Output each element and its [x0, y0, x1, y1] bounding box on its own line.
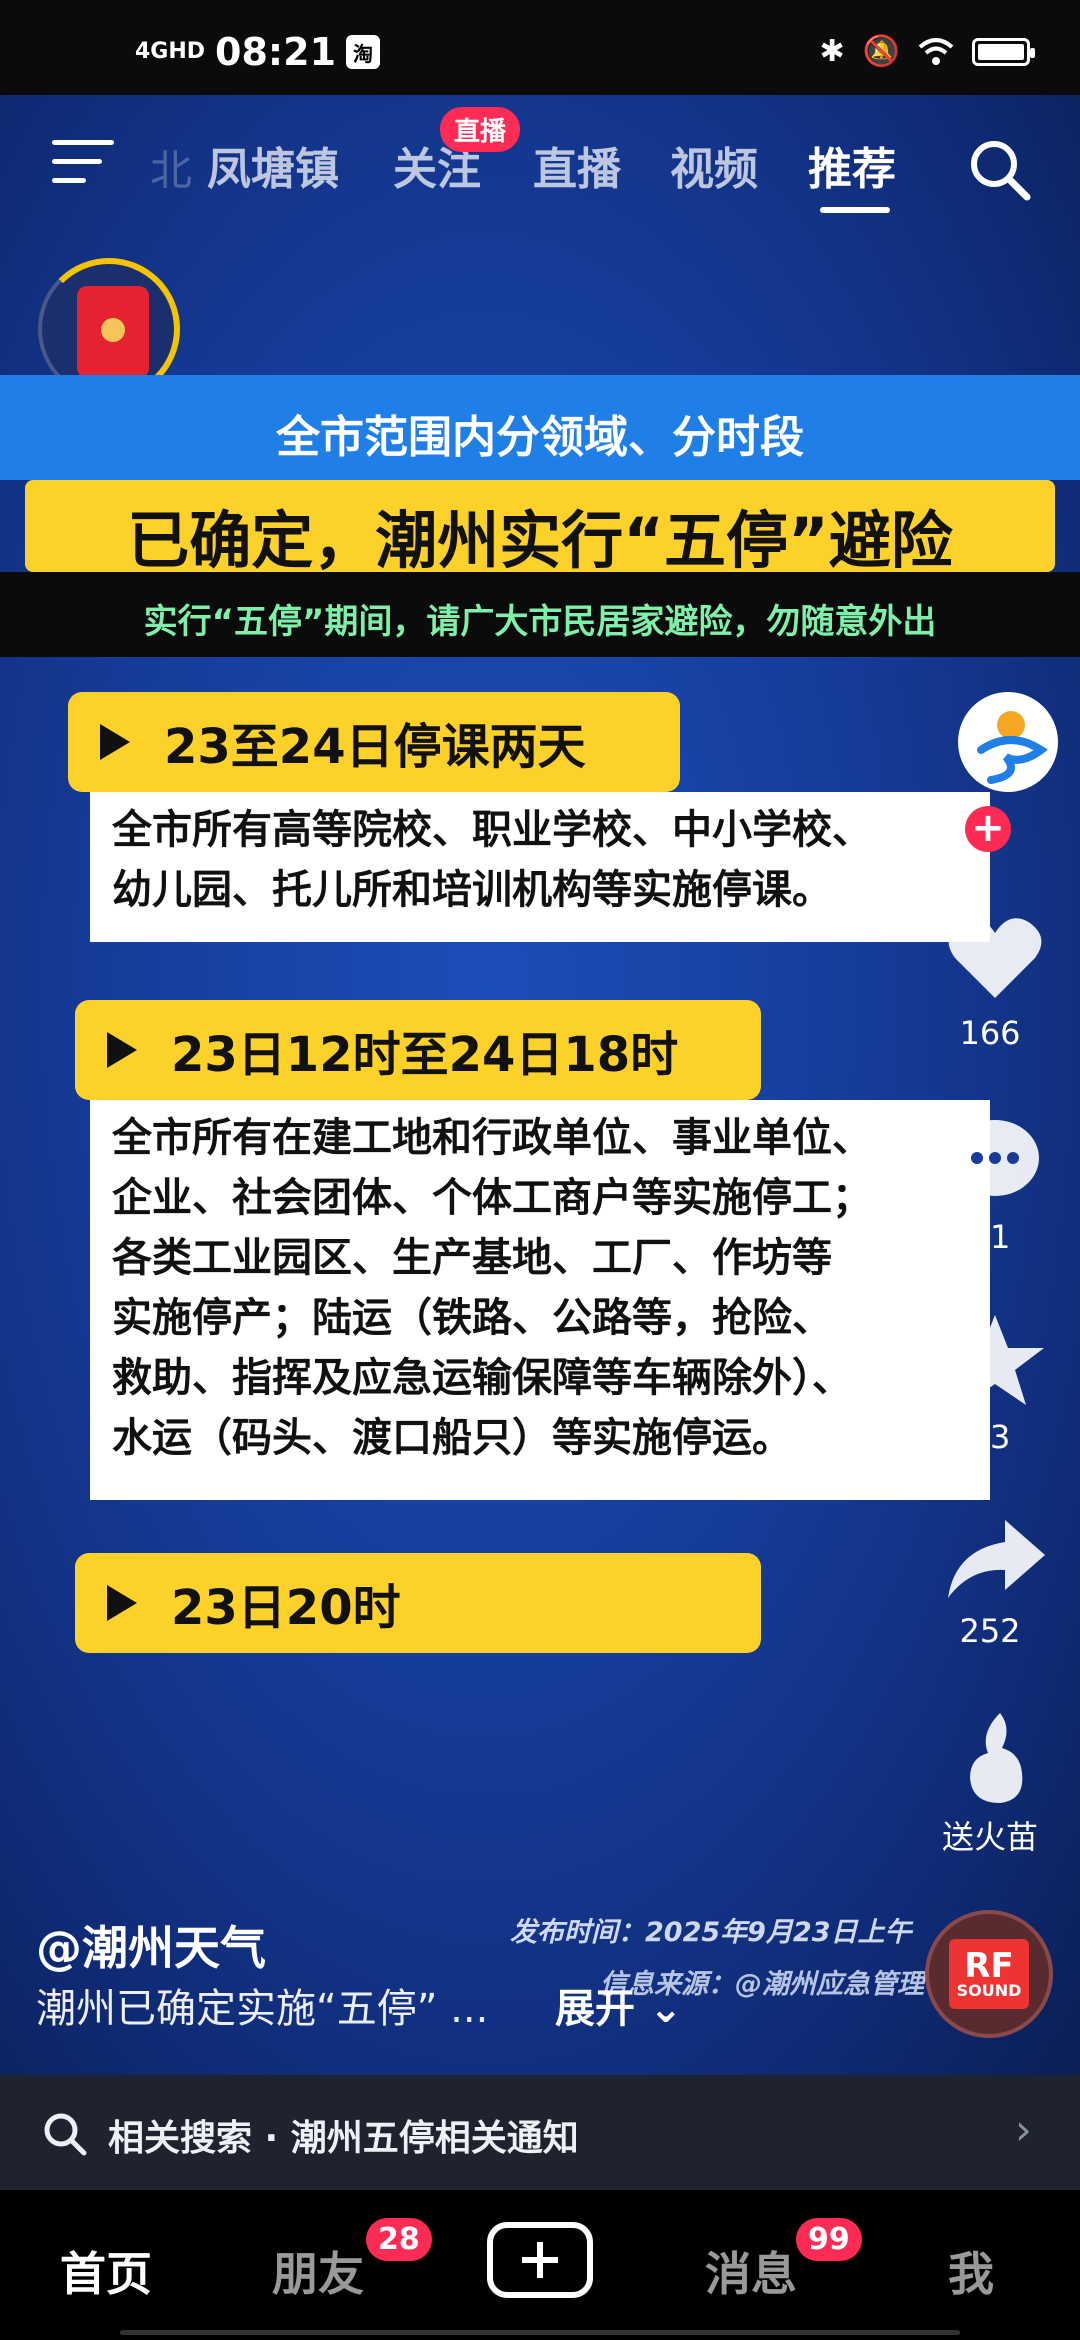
like-count: 166: [959, 1014, 1021, 1052]
home-indicator: [120, 2330, 960, 2335]
notice-text: 实行“五停”期间，请广大市民居家避险，勿随意外出: [143, 602, 937, 642]
tab-local[interactable]: 凤塘镇: [207, 133, 339, 197]
chevron-right-icon: ›: [1015, 2105, 1032, 2154]
author-avatar[interactable]: [958, 692, 1058, 792]
expand-label: 展开: [555, 1986, 635, 2032]
section-card-2: 全市所有在建工地和行政单位、事业单位、 企业、社会团体、个体工商户等实施停工； …: [90, 1100, 990, 1500]
bottom-nav: 首页 朋友 28 消息 99 我: [0, 2190, 1080, 2340]
music-disc-line1: RF: [964, 1946, 1014, 1986]
headline-main-banner: 已确定，潮州实行“五停”避险: [25, 480, 1055, 577]
live-badge: 直播: [440, 107, 521, 152]
expand-button[interactable]: 展开 ⌄: [555, 1976, 682, 2034]
flame-gift-icon[interactable]: [940, 1708, 1050, 1808]
status-bar: 4GHD 08:21 淘 ✱ 🔕: [0, 0, 1080, 95]
status-right: ✱ 🔕: [819, 34, 1035, 69]
section-card-2-line: 各类工业园区、生产基地、工厂、作坊等: [112, 1235, 832, 1281]
status-left: 4GHD 08:21 淘: [135, 30, 381, 74]
nav-tab-ghost: 北: [150, 146, 193, 195]
share-count: 252: [959, 1612, 1021, 1650]
play-triangle-icon: [107, 1585, 137, 1621]
related-search-text: 相关搜索 · 潮州五停相关通知: [108, 2118, 579, 2159]
search-icon[interactable]: [965, 135, 1035, 205]
search-icon: [44, 2113, 87, 2156]
section-card-2-line: 水运（码头、渡口船只）等实施停运。: [112, 1415, 792, 1461]
section-card-1: 全市所有高等院校、职业学校、中小学校、 幼儿园、托儿所和培训机构等实施停课。: [90, 792, 990, 942]
top-nav: 北 凤塘镇 关注 直播 直播 视频 推荐: [0, 95, 1080, 225]
mute-icon: 🔕: [862, 34, 900, 69]
section-tag-1: 23至24日停课两天: [68, 692, 680, 792]
section-tag-2: 23日12时至24日18时: [75, 1000, 761, 1100]
video-description: 潮州已确定实施“五停” ...: [36, 1986, 489, 2032]
section-card-2-line: 实施停产；陆运（铁路、公路等，抢险、: [112, 1295, 832, 1341]
plus-icon: [522, 2242, 558, 2278]
section-tag-2-label: 23日12时至24日18时: [171, 1027, 679, 1083]
comment-icon[interactable]: [940, 1110, 1050, 1210]
notice-banner: 实行“五停”期间，请广大市民居家避险，勿随意外出: [0, 572, 1080, 657]
friends-badge: 28: [366, 2218, 432, 2261]
music-disc[interactable]: RF SOUND: [925, 1910, 1053, 2038]
section-card-2-line: 救助、指挥及应急运输保障等车辆除外）、: [112, 1355, 852, 1401]
favorite-star-icon[interactable]: [940, 1310, 1050, 1410]
headline-sub: 全市范围内分领域、分时段: [276, 412, 804, 463]
related-search-bar[interactable]: 相关搜索 · 潮州五停相关通知 ›: [0, 2075, 1080, 2190]
status-time: 08:21: [215, 30, 337, 74]
section-card-2-line: 全市所有在建工地和行政单位、事业单位、: [112, 1115, 872, 1161]
favorite-count: 23: [969, 1418, 1011, 1456]
section-card-2-line: 企业、社会团体、个体工商户等实施停工；: [112, 1175, 872, 1221]
music-disc-line2: SOUND: [956, 1981, 1022, 2000]
tab-live[interactable]: 直播: [533, 133, 621, 197]
like-heart-icon[interactable]: [940, 908, 1050, 1008]
section-tag-1-label: 23至24日停课两天: [164, 719, 586, 775]
nav-friends[interactable]: 朋友: [272, 2238, 364, 2304]
headline-main: 已确定，潮州实行“五停”避险: [127, 504, 953, 577]
section-tag-3-label: 23日20时: [171, 1580, 401, 1636]
bluetooth-icon: ✱: [819, 34, 845, 69]
active-tab-underline: [820, 207, 890, 213]
follow-button[interactable]: +: [965, 806, 1011, 852]
author-name[interactable]: @潮州天气: [36, 1912, 266, 1978]
create-post-button[interactable]: [487, 2222, 593, 2298]
battery-icon: [972, 37, 1035, 66]
menu-icon[interactable]: [52, 140, 114, 184]
nav-messages[interactable]: 消息: [705, 2238, 797, 2304]
tab-video[interactable]: 视频: [670, 133, 758, 197]
wifi-icon: [918, 37, 954, 65]
play-triangle-icon: [107, 1032, 137, 1068]
tab-recommend[interactable]: 推荐: [808, 133, 896, 197]
network-indicator: 4GHD: [135, 39, 206, 64]
chevron-down-icon: ⌄: [648, 1986, 683, 2032]
publish-time: 发布时间：2025年9月23日上午: [510, 1917, 912, 1948]
section-tag-3: 23日20时: [75, 1553, 761, 1653]
gift-label: 送火苗: [941, 1818, 1038, 1856]
nav-me[interactable]: 我: [948, 2238, 994, 2304]
section-card-1-line: 幼儿园、托儿所和培训机构等实施停课。: [112, 867, 832, 913]
play-triangle-icon: [100, 724, 130, 760]
taobao-notification-icon: 淘: [346, 35, 381, 69]
comment-count: 81: [969, 1218, 1011, 1256]
section-card-1-line: 全市所有高等院校、职业学校、中小学校、: [112, 807, 872, 853]
nav-home[interactable]: 首页: [60, 2238, 152, 2304]
headline-sub-banner: 全市范围内分领域、分时段: [0, 375, 1080, 480]
share-icon[interactable]: [940, 1510, 1050, 1610]
messages-badge: 99: [796, 2218, 862, 2261]
